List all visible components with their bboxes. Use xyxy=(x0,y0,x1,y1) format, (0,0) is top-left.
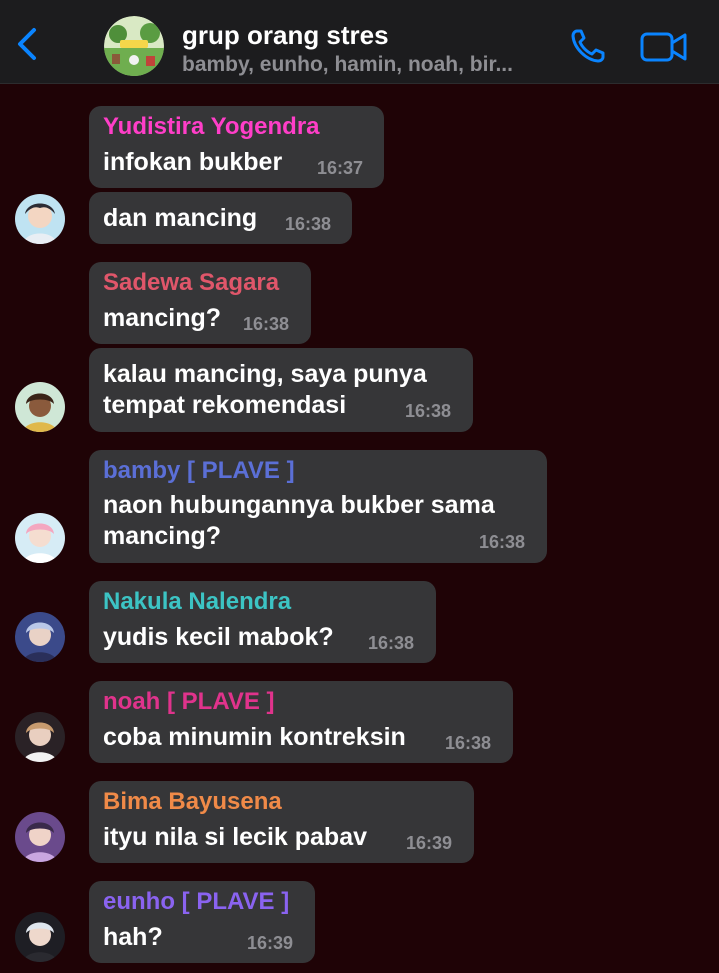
chevron-left-icon xyxy=(18,28,36,60)
message-text: infokan bukber xyxy=(103,148,283,176)
message-bubble[interactable]: Yudistira Yogendra infokan bukber 16:37 xyxy=(89,106,384,188)
message-bubble[interactable]: Sadewa Sagara mancing? 16:38 xyxy=(89,262,311,344)
sender-name: Bima Bayusena xyxy=(103,788,282,815)
message-text-line-2: tempat rekomendasi xyxy=(103,391,347,419)
video-call-button[interactable] xyxy=(640,30,688,64)
avatar-image xyxy=(15,612,65,662)
message-bubble[interactable]: Bima Bayusena ityu nila si lecik pabav 1… xyxy=(89,781,474,863)
call-button[interactable] xyxy=(568,26,608,66)
sender-name: Yudistira Yogendra xyxy=(103,113,320,140)
avatar-yudistira[interactable] xyxy=(15,194,65,244)
phone-icon xyxy=(571,29,605,63)
avatar-image xyxy=(15,513,65,563)
message-time: 16:38 xyxy=(243,314,290,334)
group-title[interactable]: grup orang stres xyxy=(182,20,389,51)
message-text: mancing? xyxy=(103,304,222,332)
message-text-line-2: mancing? xyxy=(103,522,222,550)
chat-header: grup orang stres bamby, eunho, hamin, no… xyxy=(0,0,719,84)
avatar-image xyxy=(15,382,65,432)
sender-name: eunho [ PLAVE ] xyxy=(103,888,290,915)
group-avatar[interactable] xyxy=(104,16,164,76)
message-time: 16:39 xyxy=(406,833,453,853)
avatar-image xyxy=(15,712,65,762)
message-text: hah? xyxy=(103,923,163,951)
sender-name: noah [ PLAVE ] xyxy=(103,688,275,715)
avatar-image xyxy=(15,912,65,962)
group-avatar-image xyxy=(104,16,164,76)
message-time: 16:38 xyxy=(405,401,452,421)
avatar-image xyxy=(15,812,65,862)
avatar-nakula[interactable] xyxy=(15,612,65,662)
message-time: 16:39 xyxy=(247,933,294,953)
avatar-noah[interactable] xyxy=(15,712,65,762)
avatar-bamby[interactable] xyxy=(15,513,65,563)
message-text: coba minumin kontreksin xyxy=(103,723,406,751)
avatar-eunho[interactable] xyxy=(15,912,65,962)
message-bubble[interactable]: noah [ PLAVE ] coba minumin kontreksin 1… xyxy=(89,681,513,763)
avatar-sadewa[interactable] xyxy=(15,382,65,432)
group-members[interactable]: bamby, eunho, hamin, noah, bir... xyxy=(182,53,554,77)
message-time: 16:38 xyxy=(479,532,526,552)
message-text: yudis kecil mabok? xyxy=(103,623,334,651)
message-text: ityu nila si lecik pabav xyxy=(103,823,368,851)
back-button[interactable] xyxy=(10,24,46,64)
message-time: 16:38 xyxy=(445,733,492,753)
message-bubble[interactable]: kalau mancing, saya punya tempat rekomen… xyxy=(89,348,473,432)
message-time: 16:38 xyxy=(285,214,332,234)
sender-name: Sadewa Sagara xyxy=(103,269,280,296)
message-bubble[interactable]: dan mancing 16:38 xyxy=(89,192,352,244)
message-bubble[interactable]: bamby [ PLAVE ] naon hubungannya bukber … xyxy=(89,450,547,563)
sender-name: bamby [ PLAVE ] xyxy=(103,457,295,484)
video-camera-icon xyxy=(640,32,687,62)
message-text: kalau mancing, saya punya xyxy=(103,360,427,388)
message-bubble[interactable]: eunho [ PLAVE ] hah? 16:39 xyxy=(89,881,315,963)
avatar-image xyxy=(15,194,65,244)
message-bubble[interactable]: Nakula Nalendra yudis kecil mabok? 16:38 xyxy=(89,581,436,663)
message-text: dan mancing xyxy=(103,204,258,232)
message-text: naon hubungannya bukber sama xyxy=(103,491,495,519)
sender-name: Nakula Nalendra xyxy=(103,588,292,615)
avatar-bima[interactable] xyxy=(15,812,65,862)
message-time: 16:38 xyxy=(368,633,415,653)
message-time: 16:37 xyxy=(317,158,364,178)
